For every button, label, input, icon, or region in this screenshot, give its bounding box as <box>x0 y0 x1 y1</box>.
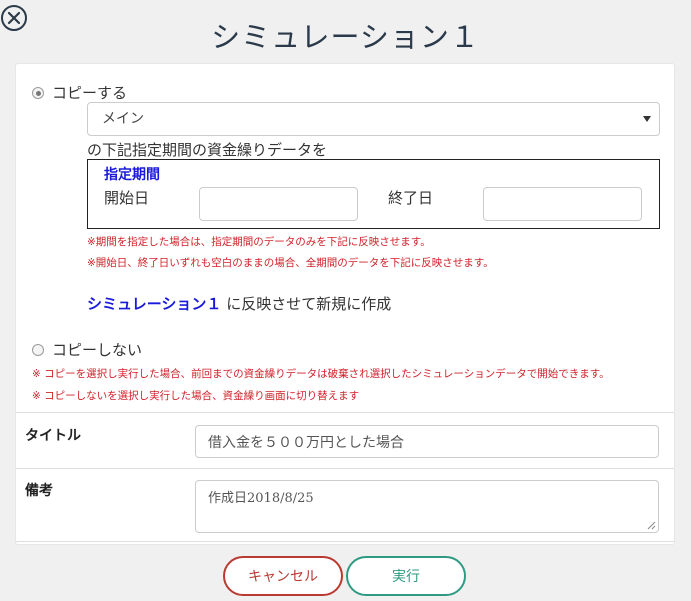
period-heading: 指定期間 <box>104 167 160 183</box>
execute-button[interactable]: 実行 <box>346 556 466 596</box>
title-label: タイトル <box>25 428 81 444</box>
start-date-input[interactable] <box>199 187 358 221</box>
target-simulation-line: シミュレーション１ に反映させて新規に作成 <box>87 293 391 314</box>
modal-title: シミュレーション１ <box>211 20 480 54</box>
title-input-value: 借入金を５００万円とした場合 <box>208 435 404 451</box>
divider <box>16 468 674 469</box>
no-copy-radio-option[interactable]: コピーしない <box>32 339 142 360</box>
copy-description: の下記指定期間の資金繰りデータを <box>87 141 328 159</box>
divider <box>16 412 674 413</box>
remarks-textarea-value: 作成日2018/8/25 <box>208 491 314 506</box>
remarks-textarea[interactable]: 作成日2018/8/25 <box>195 480 659 533</box>
period-note-2: ※開始日、終了日いずれも空白のままの場合、全期間のデータを下記に反映させます。 <box>87 257 494 269</box>
source-select[interactable]: メイン <box>87 102 660 136</box>
chevron-down-icon <box>643 116 651 122</box>
copy-note-2: ※ コピーしないを選択し実行した場合、資金繰り画面に切り替えます <box>32 390 360 402</box>
start-date-label: 開始日 <box>104 189 150 207</box>
end-date-label: 終了日 <box>388 189 434 207</box>
title-input[interactable]: 借入金を５００万円とした場合 <box>195 425 659 458</box>
remarks-label: 備考 <box>25 483 53 499</box>
no-copy-radio-label: コピーしない <box>52 341 143 359</box>
resize-handle-icon[interactable] <box>647 521 656 530</box>
target-simulation-suffix: に反映させて新規に作成 <box>226 295 392 313</box>
no-copy-radio[interactable] <box>32 343 44 356</box>
target-simulation-name: シミュレーション１ <box>87 295 222 313</box>
period-box: 指定期間 開始日 終了日 <box>87 159 660 229</box>
divider <box>16 541 674 542</box>
copy-radio[interactable] <box>32 86 44 99</box>
end-date-input[interactable] <box>483 187 642 221</box>
source-select-value: メイン <box>102 111 144 127</box>
copy-radio-label: コピーする <box>52 84 128 102</box>
simulation-form-panel: コピーする メイン の下記指定期間の資金繰りデータを 指定期間 開始日 終了日 … <box>15 63 675 545</box>
copy-radio-option[interactable]: コピーする <box>32 82 127 103</box>
period-note-1: ※期間を指定した場合は、指定期間のデータのみを下記に反映させます。 <box>87 236 431 248</box>
cancel-button[interactable]: キャンセル <box>223 556 343 596</box>
copy-note-1: ※ コピーを選択し実行した場合、前回までの資金繰りデータは破棄され選択したシミュ… <box>32 368 610 380</box>
